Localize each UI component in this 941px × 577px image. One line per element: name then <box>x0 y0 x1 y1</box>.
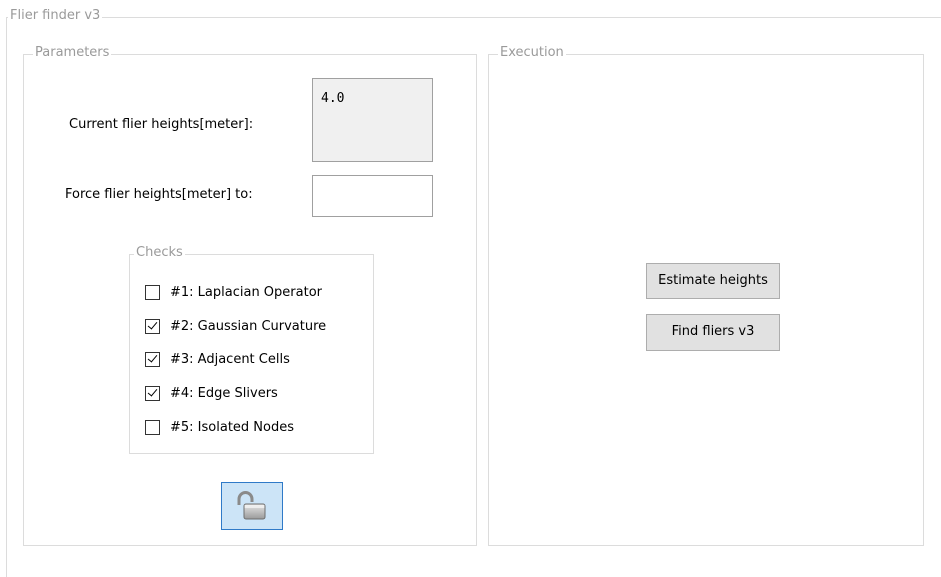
force-flier-heights-input[interactable] <box>312 175 433 217</box>
unlocked-padlock-icon <box>237 491 266 520</box>
checks-legend: Checks <box>134 245 185 261</box>
check-gaussian-curvature[interactable]: #2: Gaussian Curvature <box>145 317 326 335</box>
check-label: #2: Gaussian Curvature <box>170 318 327 334</box>
check-edge-slivers[interactable]: #4: Edge Slivers <box>145 384 278 402</box>
check-label: #5: Isolated Nodes <box>170 419 294 435</box>
checkbox[interactable] <box>145 284 160 300</box>
flier-finder-title: Flier finder v3 <box>8 8 103 24</box>
force-flier-heights-label: Force flier heights[meter] to: <box>65 187 253 202</box>
estimate-heights-button[interactable]: Estimate heights <box>646 263 780 299</box>
check-laplacian-operator[interactable]: #1: Laplacian Operator <box>145 283 322 301</box>
parameters-legend: Parameters <box>33 45 112 61</box>
checkbox[interactable] <box>145 318 160 334</box>
execution-legend: Execution <box>498 45 566 61</box>
find-fliers-button[interactable]: Find fliers v3 <box>646 314 780 351</box>
checkbox[interactable] <box>145 385 160 401</box>
check-label: #1: Laplacian Operator <box>170 284 323 300</box>
lock-toggle-button[interactable] <box>221 482 283 530</box>
current-flier-heights-label: Current flier heights[meter]: <box>69 117 254 132</box>
check-label: #4: Edge Slivers <box>170 385 278 401</box>
checkbox[interactable] <box>145 351 160 367</box>
check-label: #3: Adjacent Cells <box>170 351 290 367</box>
check-adjacent-cells[interactable]: #3: Adjacent Cells <box>145 350 290 368</box>
checkbox[interactable] <box>145 419 160 435</box>
check-isolated-nodes[interactable]: #5: Isolated Nodes <box>145 418 294 436</box>
current-flier-heights-display: 4.0 <box>312 78 433 162</box>
execution-group <box>488 54 924 546</box>
